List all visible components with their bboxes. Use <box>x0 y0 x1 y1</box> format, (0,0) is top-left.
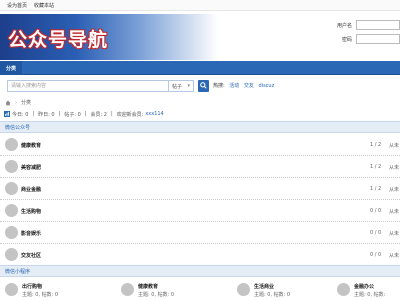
forum-icon <box>5 160 18 173</box>
forum-icon <box>5 204 18 217</box>
username-row: 用户名 <box>332 20 400 30</box>
grid-forum-cell[interactable]: 生活商业 主题: 0, 帖数: 0 <box>237 279 337 300</box>
mini-program-grid: 出行购物 主题: 0, 帖数: 0 健康教育 主题: 0, 帖数: 0 生活商业… <box>0 279 400 300</box>
password-input[interactable] <box>356 34 400 44</box>
chevron-down-icon: ▾ <box>187 83 190 89</box>
forum-row[interactable]: 交友社区 0 / 0 从未 <box>0 244 400 266</box>
stat-today: 今日: 0 <box>12 111 29 118</box>
breadcrumb-item[interactable]: 分类 <box>21 99 31 106</box>
username-label: 用户名 <box>336 22 352 29</box>
forum-count: 0 / 0 <box>370 208 382 214</box>
top-bar: 设为首页 收藏本站 <box>0 0 400 11</box>
forum-icon <box>237 283 250 296</box>
forum-name[interactable]: 健康教育 <box>21 142 41 149</box>
stat-posts: 帖子: 0 <box>64 111 81 118</box>
forum-name[interactable]: 美容减肥 <box>21 164 41 171</box>
forum-stats: 主题: 0, 帖数: <box>354 292 386 298</box>
forum-name[interactable]: 出行购物 <box>22 283 42 290</box>
set-homepage-link[interactable]: 设为首页 <box>7 2 27 9</box>
group-header-mini-programs[interactable]: 微信小程序 <box>0 265 400 277</box>
forum-name[interactable]: 健康教育 <box>138 283 158 290</box>
stat-yesterday: 昨日: 0 <box>38 111 55 118</box>
bookmark-site-link[interactable]: 收藏本站 <box>34 2 54 9</box>
forum-icon <box>337 283 350 296</box>
group-header-wechat-accounts[interactable]: 微信公众号 <box>0 121 400 133</box>
forum-icon <box>5 182 18 195</box>
forum-count: 1 / 2 <box>370 142 382 148</box>
new-member-link[interactable]: xxx114 <box>145 111 163 117</box>
forum-name[interactable]: 影音娱乐 <box>21 230 41 237</box>
password-row: 密码 <box>332 34 400 44</box>
grid-forum-cell[interactable]: 金融办公 主题: 0, 帖数: <box>337 279 400 300</box>
search-input[interactable]: 请输入搜索内容 <box>7 80 169 92</box>
forum-icon <box>5 138 18 151</box>
forum-icon <box>5 283 18 296</box>
forum-count: 0 / 0 <box>370 230 382 236</box>
site-logo[interactable]: 公众号导航 <box>0 14 218 60</box>
search-icon <box>200 82 207 89</box>
search-button[interactable] <box>198 80 209 92</box>
forum-icon <box>121 283 134 296</box>
forum-last-post: 从未 <box>389 231 400 237</box>
forum-count: 1 / 2 <box>370 186 382 192</box>
breadcrumb-separator: › <box>15 99 17 106</box>
hot-link-friends[interactable]: 交友 <box>244 83 254 89</box>
hot-search: 热搜: 活动 交友 discuz <box>213 82 274 89</box>
logo-text: 公众号导航 <box>8 29 109 51</box>
forum-name[interactable]: 金融办公 <box>354 283 374 290</box>
forum-last-post: 从未 <box>389 209 400 215</box>
forum-icon <box>5 226 18 239</box>
forum-row[interactable]: 商业金融 1 / 2 从未 <box>0 178 400 200</box>
forum-name[interactable]: 商业金融 <box>21 186 41 193</box>
hot-link-discuz[interactable]: discuz <box>259 83 275 89</box>
nav-tab-category[interactable]: 分类 <box>0 61 22 75</box>
forum-stats: 今日: 0 | 昨日: 0 | 帖子: 0 | 会员: 2 | 欢迎新会员: xxx11… <box>0 110 400 118</box>
forum-name[interactable]: 交友社区 <box>21 252 41 259</box>
search-type-select[interactable]: 帖子 ▾ <box>169 80 194 92</box>
welcome-label: 欢迎新会员: <box>116 111 144 118</box>
forum-last-post: 从未 <box>389 165 400 171</box>
search-bar: 请输入搜索内容 帖子 ▾ 热搜: 活动 交友 discuz <box>0 80 400 94</box>
hot-link-activity[interactable]: 活动 <box>229 83 239 89</box>
forum-name[interactable]: 生活购物 <box>21 208 41 215</box>
login-form: 用户名 密码 <box>332 20 400 48</box>
search-type-label: 帖子 <box>172 83 183 90</box>
breadcrumb: › 分类 <box>5 99 31 106</box>
forum-last-post: 从未 <box>389 253 400 259</box>
main-nav: 分类 <box>0 61 400 75</box>
stats-icon <box>4 111 10 117</box>
password-label: 密码 <box>341 36 352 43</box>
stat-members: 会员: 2 <box>90 111 107 118</box>
forum-row[interactable]: 健康教育 1 / 2 从未 <box>0 134 400 156</box>
home-icon[interactable] <box>5 100 11 106</box>
forum-stats: 主题: 0, 帖数: 0 <box>138 292 175 298</box>
username-input[interactable] <box>356 20 400 30</box>
forum-row[interactable]: 影音娱乐 0 / 0 从未 <box>0 222 400 244</box>
forum-name[interactable]: 生活商业 <box>254 283 274 290</box>
grid-forum-cell[interactable]: 出行购物 主题: 0, 帖数: 0 <box>5 279 105 300</box>
forum-stats: 主题: 0, 帖数: 0 <box>254 292 291 298</box>
hot-search-label: 热搜: <box>213 83 225 89</box>
forum-count: 1 / 2 <box>370 164 382 170</box>
forum-icon <box>5 248 18 261</box>
forum-stats: 主题: 0, 帖数: 0 <box>22 292 59 298</box>
grid-forum-cell[interactable]: 健康教育 主题: 0, 帖数: 0 <box>121 279 221 300</box>
forum-last-post: 从未 <box>389 187 400 193</box>
forum-last-post: 从未 <box>389 143 400 149</box>
forum-count: 0 / 0 <box>370 252 382 258</box>
forum-row[interactable]: 生活购物 0 / 0 从未 <box>0 200 400 222</box>
forum-row[interactable]: 美容减肥 1 / 2 从未 <box>0 156 400 178</box>
